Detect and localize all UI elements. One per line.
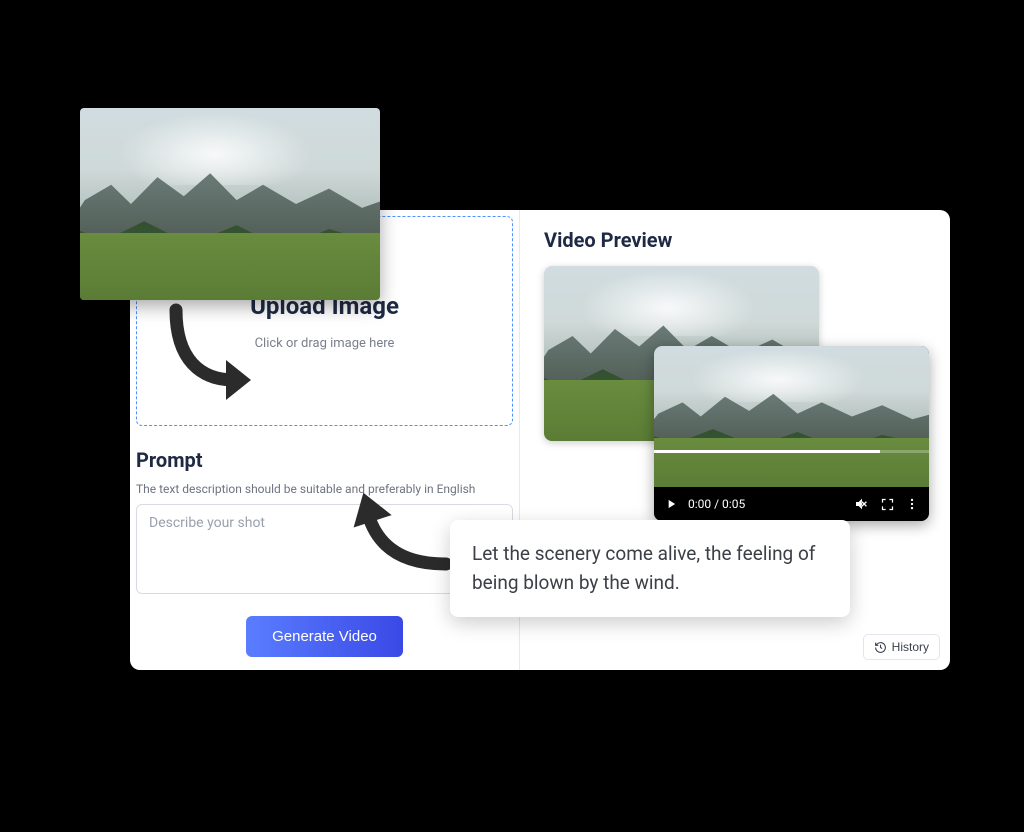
video-player[interactable]: 0:00 / 0:05: [654, 346, 929, 521]
prompt-help: The text description should be suitable …: [136, 482, 513, 496]
mute-icon[interactable]: [854, 496, 870, 512]
history-label: History: [892, 640, 929, 654]
arrow-to-upload-icon: [156, 300, 266, 410]
sample-image-overlay: [80, 108, 380, 300]
history-button[interactable]: History: [863, 634, 940, 660]
example-prompt-callout: Let the scenery come alive, the feeling …: [450, 520, 850, 617]
video-time: 0:00 / 0:05: [688, 497, 745, 511]
generate-video-button[interactable]: Generate Video: [246, 616, 403, 657]
video-progress[interactable]: [654, 450, 929, 453]
fullscreen-icon[interactable]: [880, 497, 895, 512]
prompt-title: Prompt: [136, 448, 513, 472]
play-icon[interactable]: [664, 497, 678, 511]
more-icon[interactable]: [905, 497, 919, 511]
arrow-to-prompt-icon: [336, 484, 456, 594]
upload-subtitle: Click or drag image here: [255, 336, 395, 351]
video-controls: 0:00 / 0:05: [654, 487, 929, 521]
preview-title: Video Preview: [544, 228, 926, 252]
history-icon: [874, 641, 887, 654]
